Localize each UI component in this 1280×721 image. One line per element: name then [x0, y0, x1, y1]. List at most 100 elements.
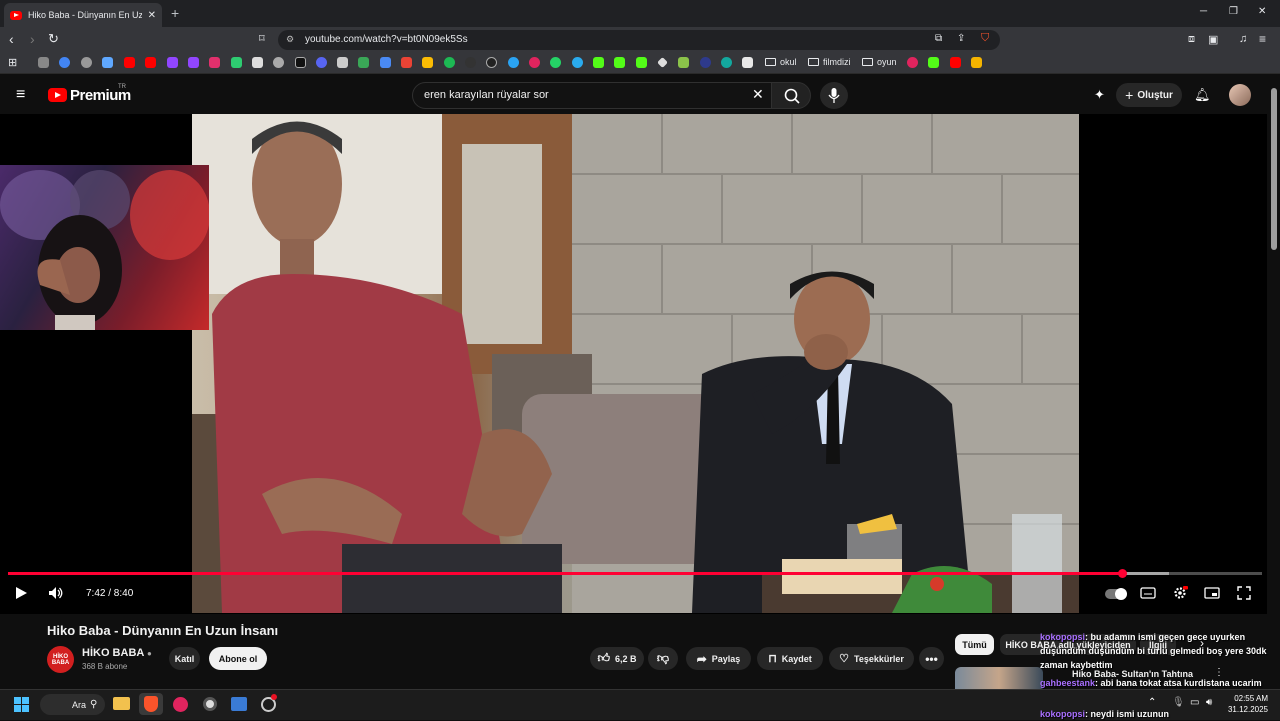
channel-name[interactable]: HİKO BABA ●: [82, 647, 152, 659]
video-frame[interactable]: [192, 114, 1079, 613]
bookmark-gmail-icon[interactable]: [401, 57, 412, 68]
autoplay-toggle[interactable]: [1105, 588, 1127, 600]
bookmark-kick2-icon[interactable]: [593, 57, 604, 68]
more-actions-button[interactable]: •••: [919, 647, 944, 670]
channel-avatar[interactable]: HİKO BABA: [47, 646, 74, 673]
bookmark-google-icon[interactable]: [59, 57, 70, 68]
subtitles-button[interactable]: [1140, 586, 1156, 603]
bookmark-twitch2-icon[interactable]: [188, 57, 199, 68]
miniplayer-button[interactable]: [1204, 586, 1220, 603]
bookmark-telegram-icon[interactable]: [572, 57, 583, 68]
bookmark-youtube-icon[interactable]: [124, 57, 135, 68]
bookmark-edge-icon[interactable]: [508, 57, 519, 68]
search-button[interactable]: [771, 82, 811, 109]
bookmark-tiktok-icon[interactable]: [295, 57, 306, 68]
close-tab-icon[interactable]: ✕: [148, 10, 156, 21]
bookmark-folder-filmdizi[interactable]: filmdizi: [808, 57, 851, 67]
restore-button[interactable]: ❐: [1229, 6, 1238, 17]
menu-icon[interactable]: ≡: [1259, 32, 1266, 46]
bookmark-sheets-icon[interactable]: [358, 57, 369, 68]
create-sparkle-icon[interactable]: ✦: [1094, 87, 1105, 103]
bookmark-folder-okul[interactable]: okul: [765, 57, 797, 67]
create-button[interactable]: + Oluştur: [1116, 83, 1182, 107]
bookmark-youtube3-icon[interactable]: [950, 57, 961, 68]
open-in-app-icon[interactable]: ⧉: [935, 33, 942, 44]
bookmark-game-icon[interactable]: [678, 57, 689, 68]
account-avatar[interactable]: [1229, 84, 1251, 106]
settings-button[interactable]: [1172, 586, 1188, 603]
media-icon[interactable]: ♫: [1239, 33, 1247, 45]
join-button[interactable]: Katıl: [169, 647, 200, 670]
reload-icon[interactable]: ↻: [48, 31, 59, 47]
share-button[interactable]: ➦ Paylaş: [686, 647, 751, 670]
bookmark-link-icon[interactable]: [273, 57, 284, 68]
close-window-button[interactable]: ✕: [1258, 6, 1266, 17]
clear-search-icon[interactable]: ✕: [752, 86, 764, 103]
bookmark-teal-icon[interactable]: [721, 57, 732, 68]
bookmark-x-icon[interactable]: [252, 57, 263, 68]
extensions-icon[interactable]: ⧈: [1188, 33, 1195, 46]
thanks-button[interactable]: ♡ Teşekkürler: [829, 647, 914, 670]
bookmark-gemini-icon[interactable]: [102, 57, 113, 68]
apps-grid-icon[interactable]: ⊞: [8, 56, 17, 69]
browser-tab[interactable]: Hiko Baba - Dünyanın En Uzun İ ✕: [4, 3, 162, 27]
bookmark-kick5-icon[interactable]: [928, 57, 939, 68]
bookmark-instagram-icon[interactable]: [209, 57, 220, 68]
bookmark-translate-icon[interactable]: [380, 57, 391, 68]
voice-search-button[interactable]: [820, 82, 848, 109]
page-scrollbar-thumb[interactable]: [1271, 88, 1277, 250]
photos-icon[interactable]: [231, 697, 247, 711]
sidebar-icon[interactable]: ▣: [1208, 33, 1218, 46]
bookmark-twitch-icon[interactable]: [167, 57, 178, 68]
bookmark-drive-icon[interactable]: [422, 57, 433, 68]
taskbar-search[interactable]: ⚲ Ara: [40, 694, 105, 715]
back-icon[interactable]: ‹: [9, 31, 14, 47]
bookmark-history-icon[interactable]: [38, 57, 49, 68]
bookmark-kick-icon[interactable]: [231, 57, 242, 68]
dislike-button[interactable]: 👎︎: [648, 647, 678, 670]
volume-button[interactable]: [48, 586, 64, 603]
media-player-icon[interactable]: [173, 697, 188, 712]
brave-shield-icon[interactable]: ⛉: [981, 32, 989, 45]
bookmark-icon[interactable]: ⌑: [259, 32, 265, 45]
bookmark-misc-icon[interactable]: [337, 57, 348, 68]
youtube-logo-icon[interactable]: [48, 88, 67, 102]
share-page-icon[interactable]: ⇪: [957, 33, 965, 44]
chip-all[interactable]: Tümü: [955, 634, 994, 655]
bookmark-whatsapp-icon[interactable]: [550, 57, 561, 68]
bookmark-paramount-icon[interactable]: [700, 57, 711, 68]
fullscreen-button[interactable]: [1237, 586, 1251, 603]
new-tab-button[interactable]: +: [171, 5, 179, 21]
bookmark-youtube2-icon[interactable]: [145, 57, 156, 68]
taskbar-brave-active[interactable]: [139, 693, 163, 715]
forward-icon[interactable]: ›: [30, 31, 35, 47]
bookmark-pink-icon[interactable]: [907, 57, 918, 68]
bookmark-kick3-icon[interactable]: [614, 57, 625, 68]
bookmark-chatgpt-icon[interactable]: [81, 57, 92, 68]
next-video-thumbnail[interactable]: [955, 667, 1043, 689]
bookmark-discord-icon[interactable]: [316, 57, 327, 68]
bookmark-music-icon[interactable]: [529, 57, 540, 68]
play-button[interactable]: [14, 586, 28, 603]
like-button[interactable]: 👍︎ 6,2 B: [590, 647, 644, 670]
bookmark-app-icon[interactable]: [465, 57, 476, 68]
progress-bar-played[interactable]: [8, 572, 1123, 575]
bookmark-folder-oyun[interactable]: oyun: [862, 57, 897, 67]
hamburger-menu-icon[interactable]: ≡: [16, 86, 25, 104]
start-button[interactable]: [14, 697, 30, 718]
bookmark-spotify-icon[interactable]: [444, 57, 455, 68]
bookmark-star-icon[interactable]: [971, 57, 982, 68]
url-text[interactable]: youtube.com/watch?v=bt0N09ek5Ss: [305, 34, 468, 45]
heart-dollar-icon: ♡: [839, 653, 849, 665]
site-info-icon[interactable]: ⚙: [286, 34, 294, 45]
bookmark-photos-icon[interactable]: [742, 57, 753, 68]
search-query-text[interactable]: eren karayılan rüyalar sor: [424, 89, 549, 101]
subscribe-button[interactable]: Abone ol: [209, 647, 267, 670]
minimize-button[interactable]: ─: [1200, 6, 1207, 17]
notifications-bell-icon[interactable]: 🔔︎: [1194, 87, 1211, 103]
save-button[interactable]: ⊓ Kaydet: [757, 647, 823, 670]
bookmark-github-icon[interactable]: [486, 57, 497, 68]
bookmark-kick4-icon[interactable]: [636, 57, 647, 68]
file-explorer-icon[interactable]: [113, 697, 130, 710]
obs-icon[interactable]: [203, 697, 217, 711]
